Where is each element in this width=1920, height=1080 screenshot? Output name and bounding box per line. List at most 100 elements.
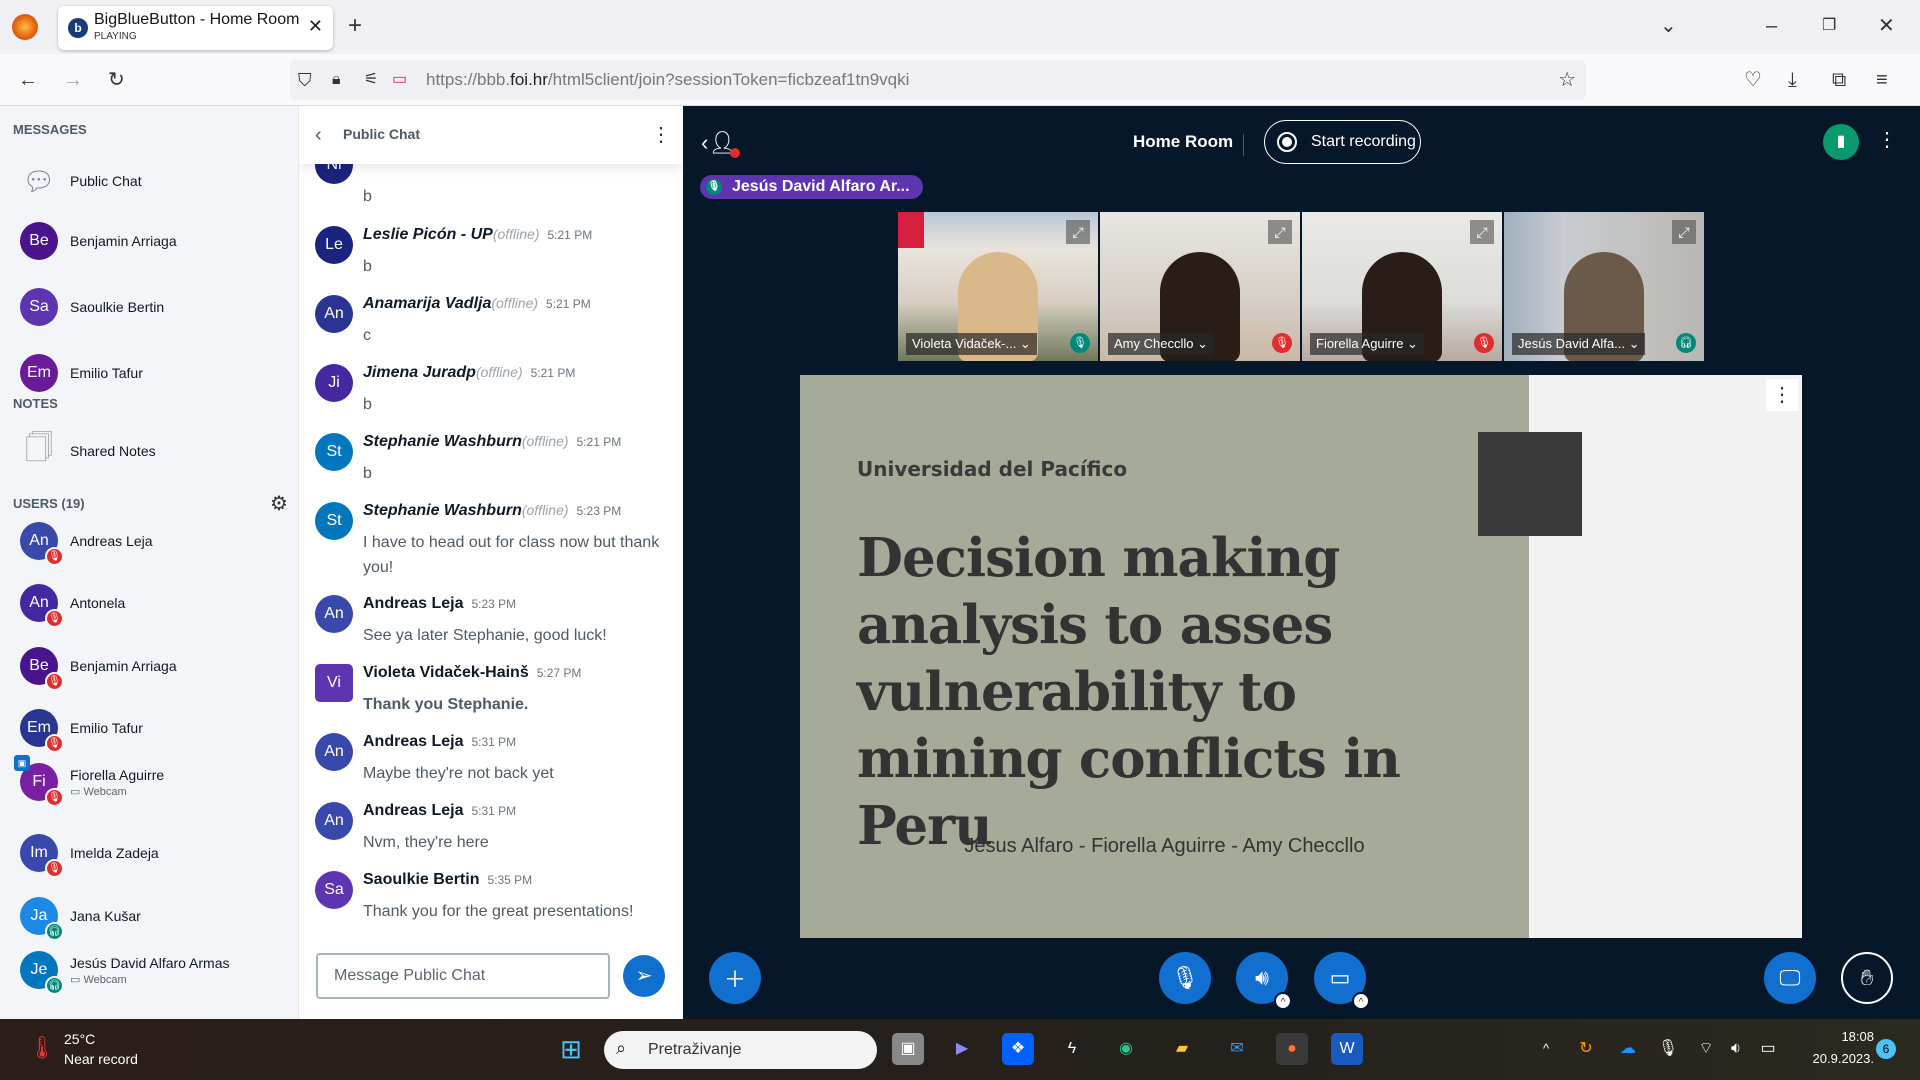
chat-options-icon[interactable]: ⋮ xyxy=(651,123,671,147)
forward-icon[interactable]: → xyxy=(63,68,83,92)
fullscreen-icon[interactable]: ⤢ xyxy=(1066,220,1090,244)
message-input[interactable]: Message Public Chat xyxy=(316,953,610,999)
video-tile[interactable]: ⤢ Amy Checcllo ⌄ 🎙︎ xyxy=(1100,212,1300,361)
user-list-item[interactable]: Be 🎙︎ Benjamin Arriaga xyxy=(20,646,177,691)
sidebar-message-label: Saoulkie Bertin xyxy=(70,299,165,315)
volume-icon[interactable]: 🔉︎ xyxy=(1720,1033,1752,1065)
user-list-item[interactable]: Em 🎙︎ Emilio Tafur xyxy=(20,708,143,753)
fullscreen-icon[interactable]: ⤢ xyxy=(1268,220,1292,244)
clock-date[interactable]: 20.9.2023. xyxy=(1784,1051,1874,1066)
user-list-item[interactable]: Fi 🎙︎ ▣ Fiorella Aguirre ▭ Webcam xyxy=(14,755,164,807)
options-menu-icon[interactable]: ⋮ xyxy=(1877,128,1897,152)
user-list-item[interactable]: Je 🎧︎ Jesús David Alfaro Armas ▭ Webcam xyxy=(20,950,230,995)
start-recording-button[interactable]: Start recording xyxy=(1264,120,1421,164)
url-domain[interactable]: foi.hr xyxy=(510,70,548,92)
camera-sharing-icon[interactable]: ▭ xyxy=(392,68,407,92)
fullscreen-icon[interactable]: ⤢ xyxy=(1672,220,1696,244)
video-user-name[interactable]: Fiorella Aguirre ⌄ xyxy=(1310,333,1424,355)
user-list-item[interactable]: An 🎙︎ Antonela xyxy=(20,583,125,628)
browser-tab[interactable]: b BigBlueButton - Home Room PLAYING ✕ xyxy=(58,6,333,50)
plus-icon: ＋ xyxy=(723,967,746,992)
show-hidden-icons-icon[interactable]: ^ xyxy=(1530,1033,1562,1065)
talking-indicator[interactable]: 🎙︎ Jesús David Alfaro Ar... xyxy=(700,175,923,199)
teams-chat-icon[interactable]: ▶ xyxy=(946,1033,978,1065)
mail-icon[interactable]: ✉ xyxy=(1221,1033,1253,1065)
firefox-icon[interactable] xyxy=(12,14,38,40)
weather-temp[interactable]: 25°C xyxy=(64,1031,95,1047)
audio-options-caret-icon[interactable]: ^ xyxy=(1274,992,1292,1010)
back-chevron-icon[interactable]: ‹ xyxy=(315,123,322,147)
connection-status-icon[interactable]: ▮ xyxy=(1823,124,1859,160)
notification-badge[interactable]: 6 xyxy=(1876,1039,1896,1059)
taskbar-search[interactable]: ⌕ Pretraživanje xyxy=(604,1031,877,1069)
close-tab-icon[interactable]: ✕ xyxy=(308,16,323,37)
wifi-icon[interactable]: ⌔ xyxy=(1690,1033,1722,1065)
weather-text[interactable]: Near record xyxy=(64,1051,138,1067)
edge-icon[interactable]: ◉ xyxy=(1110,1033,1142,1065)
video-options-caret-icon[interactable]: ^ xyxy=(1352,992,1370,1010)
url-prefix[interactable]: https://bbb. xyxy=(426,70,510,92)
sidebar-message-public-chat[interactable]: 💬︎ Public Chat xyxy=(20,161,141,201)
back-icon[interactable]: ← xyxy=(18,68,38,92)
camera-button[interactable]: ▭ ^ xyxy=(1314,952,1370,1010)
windows-start-icon[interactable]: ⊞ xyxy=(555,1033,587,1065)
user-settings-gear-icon[interactable]: ⚙ xyxy=(270,492,288,516)
reload-icon[interactable]: ↻ xyxy=(108,68,125,92)
firefox-taskbar-icon[interactable]: ● xyxy=(1276,1033,1308,1065)
video-tile[interactable]: ⤢ Fiorella Aguirre ⌄ 🎙︎ xyxy=(1302,212,1502,361)
sidebar-message-private-chat[interactable]: Sa Saoulkie Bertin xyxy=(20,287,164,327)
onedrive-icon[interactable]: ☁ xyxy=(1612,1033,1644,1065)
extensions-icon[interactable]: ⧉ xyxy=(1832,68,1846,92)
task-view-icon[interactable]: ▣ xyxy=(892,1033,924,1065)
list-tabs-chevron-icon[interactable]: ⌄ xyxy=(1660,14,1677,38)
dropbox-icon[interactable]: ❖ xyxy=(1002,1033,1034,1065)
presentation-options-icon[interactable]: ⋮ xyxy=(1766,379,1798,411)
menu-icon[interactable]: ≡ xyxy=(1876,68,1888,92)
presentation[interactable]: Universidad del Pacífico Decision making… xyxy=(800,375,1802,938)
video-tile[interactable]: ⤢ Violeta Vidaček-... ⌄ 🎙︎ xyxy=(898,212,1098,361)
minimize-icon[interactable]: – xyxy=(1766,14,1777,38)
new-tab-icon[interactable]: + xyxy=(348,14,362,38)
user-name: Emilio Tafur xyxy=(70,720,143,736)
toggle-user-list-icon[interactable]: ‹👤︎ xyxy=(701,130,741,158)
user-list-item[interactable]: An 🎙︎ Andreas Leja xyxy=(20,521,153,566)
pocket-icon[interactable]: ♡ xyxy=(1744,68,1762,92)
clock-time[interactable]: 18:08 xyxy=(1794,1029,1874,1044)
url-text[interactable]: https://bbb. foi.hr /html5client/join?se… xyxy=(426,70,909,92)
file-explorer-icon[interactable]: ▰ xyxy=(1166,1033,1198,1065)
video-user-name[interactable]: Jesús David Alfa... ⌄ xyxy=(1512,333,1646,355)
actions-plus-button[interactable]: ＋ xyxy=(709,952,761,1004)
bookmark-star-icon[interactable]: ☆ xyxy=(1558,68,1576,92)
battery-icon[interactable]: ▭ xyxy=(1752,1033,1784,1065)
permissions-icon[interactable]: ⚟ xyxy=(364,68,378,92)
audio-button[interactable]: 🔊︎ ^ xyxy=(1236,952,1292,1010)
sync-icon[interactable]: ↻ xyxy=(1570,1033,1602,1065)
video-user-name[interactable]: Violeta Vidaček-... ⌄ xyxy=(906,333,1037,355)
close-window-icon[interactable]: ✕ xyxy=(1878,14,1895,38)
user-list-item[interactable]: Im 🎙︎ Imelda Zadeja xyxy=(20,833,159,878)
lock-icon[interactable]: 🔒︎ xyxy=(332,68,341,92)
raise-hand-button[interactable]: ✋︎ xyxy=(1841,952,1893,1004)
send-message-button[interactable]: ➢ xyxy=(623,955,665,997)
chevron-down-icon: ⌄ xyxy=(1193,336,1208,351)
send-icon: ➢ xyxy=(635,965,653,987)
address-bar[interactable]: ⛉ 🔒︎ ⚟ ▭ https://bbb. foi.hr /html5clien… xyxy=(290,60,1586,100)
downloads-icon[interactable]: ⤓ xyxy=(1788,68,1797,92)
message-time: 5:21 PM xyxy=(546,297,591,311)
presentation-toggle-button[interactable]: 🖵︎ xyxy=(1764,952,1816,1004)
fullscreen-icon[interactable]: ⤢ xyxy=(1470,220,1494,244)
video-user-label: Amy Checcllo xyxy=(1114,336,1194,351)
mute-button[interactable]: 🎙︎ xyxy=(1159,952,1211,1004)
sidebar-message-private-chat[interactable]: Em Emilio Tafur xyxy=(20,353,143,393)
app-icon[interactable]: ϟ xyxy=(1056,1033,1088,1065)
microphone-tray-icon[interactable]: 🎙︎ xyxy=(1652,1033,1684,1065)
restore-icon[interactable]: ❐ xyxy=(1822,14,1836,38)
sidebar-message-private-chat[interactable]: Be Benjamin Arriaga xyxy=(20,221,177,261)
word-icon[interactable]: W xyxy=(1331,1033,1363,1065)
video-user-name[interactable]: Amy Checcllo ⌄ xyxy=(1108,333,1214,355)
url-path[interactable]: /html5client/join?sessionToken=ficbzeaf1… xyxy=(548,70,909,92)
video-tile[interactable]: ⤢ Jesús David Alfa... ⌄ 🎧︎ xyxy=(1504,212,1704,361)
user-list-item[interactable]: Ja 🎧︎ Jana Kušar xyxy=(20,896,141,941)
shield-icon[interactable]: ⛉ xyxy=(298,68,312,92)
shared-notes-item[interactable]: 🗍︎ Shared Notes xyxy=(20,431,156,471)
